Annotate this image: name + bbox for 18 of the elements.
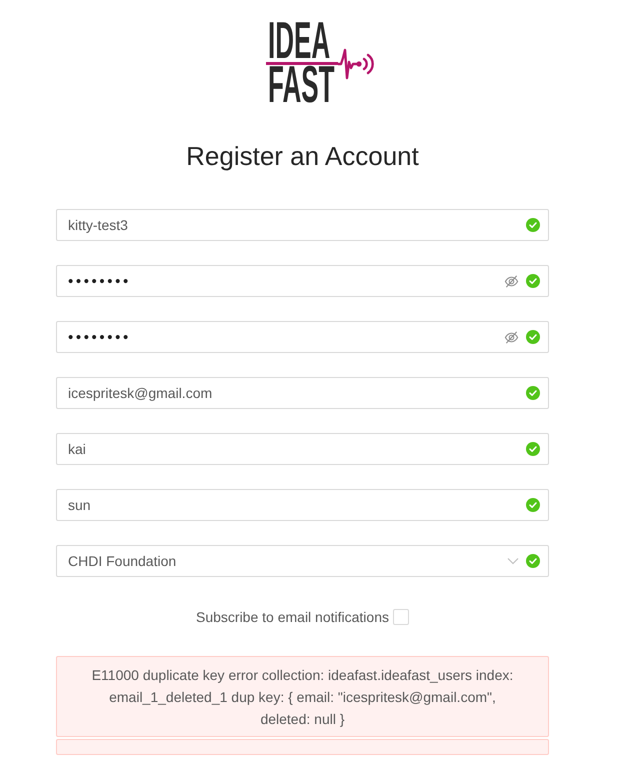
checkbox-label: Subscribe to email notifications bbox=[196, 609, 389, 625]
text-field[interactable]: kai bbox=[56, 433, 549, 465]
chevron-down-icon[interactable] bbox=[507, 555, 519, 567]
error-alert: E11000 duplicate key error collection: ideafast.ideafast_users index: email_1_deleted_1 dup key: { email: "icespritesk@gmail.com", deleted: null } bbox=[56, 656, 549, 737]
text-field[interactable]: icespritesk@gmail.com bbox=[56, 377, 549, 409]
logo-text: IDEA bbox=[268, 21, 330, 61]
password-field[interactable]: •••••••• bbox=[56, 265, 549, 297]
page-title: Register an Account bbox=[185, 140, 420, 172]
heartbeat-signal-icon bbox=[338, 46, 374, 80]
text-field[interactable]: sun bbox=[56, 489, 549, 521]
eye-slash-icon[interactable] bbox=[504, 274, 519, 288]
password-field[interactable]: •••••••• bbox=[56, 321, 549, 353]
logo-underline bbox=[266, 62, 338, 65]
text-field[interactable]: kitty-test3 bbox=[56, 209, 549, 241]
logo-text: FAST bbox=[268, 65, 334, 105]
select-field[interactable]: CHDI Foundation bbox=[56, 545, 549, 577]
eye-slash-icon[interactable] bbox=[504, 330, 519, 344]
checkbox[interactable] bbox=[393, 609, 409, 625]
